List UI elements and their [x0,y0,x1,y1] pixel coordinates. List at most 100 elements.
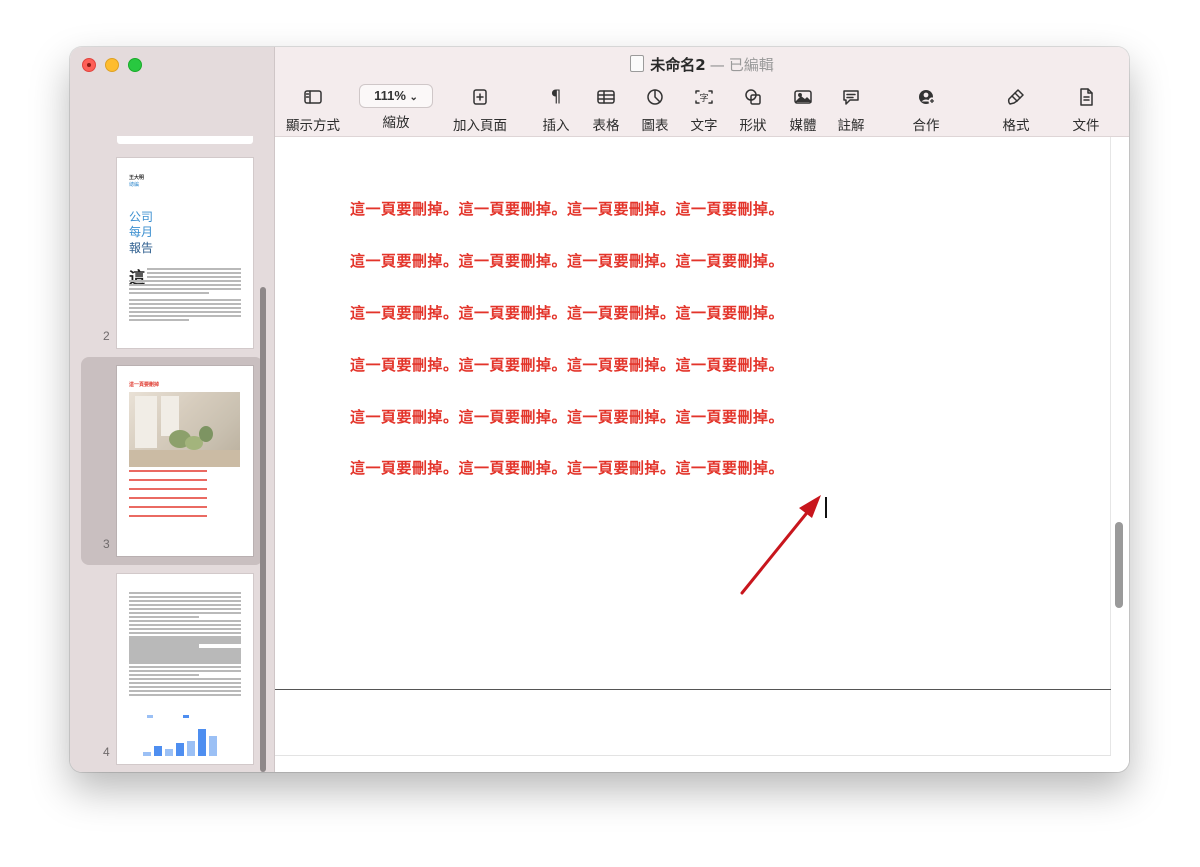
thumbnail-text-line [129,303,241,305]
thumbnail-text-line [129,678,241,680]
thumbnail-text-line [129,292,209,294]
thumbnail-text-line [129,600,241,602]
text-label: 文字 [690,118,718,134]
sidebar-view-icon [304,90,322,104]
thumbnail-chart-bar [143,752,151,756]
document-name: 未命名2 [650,56,706,74]
page-edge [1110,137,1111,755]
thumbnail-text-line [129,612,241,614]
shape-label: 形狀 [739,118,767,134]
thumbnail-text-line [129,642,241,644]
add-page-button[interactable]: 加入頁面 [447,87,513,134]
chart-label: 圖表 [641,118,669,134]
thumbnail-red-line [129,488,207,490]
thumbnail-red-line [129,515,207,517]
media-button[interactable]: 媒體 [784,87,822,134]
thumbnail-text-line [129,311,241,313]
thumbnail-text-line [129,694,241,696]
chevron-down-icon: ⌄ [409,92,418,103]
minimize-window-button[interactable] [105,58,119,72]
thumbnail-text-line [129,299,241,301]
collaborate-label: 合作 [912,118,940,134]
document-canvas[interactable]: 這一頁要刪掉。這一頁要刪掉。這一頁要刪掉。這一頁要刪掉。 這一頁要刪掉。這一頁要… [275,137,1129,772]
zoom-select[interactable]: 111% ⌄ [359,84,433,108]
thumbnail-red-line [129,497,207,499]
document-icon [630,55,645,72]
shape-button[interactable]: 形狀 [734,87,772,134]
document-button[interactable]: 文件 [1067,87,1105,134]
thumbnail-chart [139,724,233,758]
page-thumbnail-3[interactable]: 這一頁要刪掉 [117,366,253,556]
page-number-2: 2 [103,329,110,343]
page-number-3: 3 [103,537,110,551]
thumbnail-heading: 這一頁要刪掉 [129,382,160,388]
thumbnail-text-line [129,315,241,317]
format-button[interactable]: 格式 [997,87,1035,134]
thumbnail-text-line [147,276,241,278]
thumbnail-text-line [129,604,241,606]
thumbnail-text-line [129,620,241,622]
insert-button[interactable]: ¶ 插入 [537,87,575,134]
thumbnail-text-line [129,632,241,634]
thumbnail-subtitle: 總編 [129,182,140,188]
thumbnail-chart-bar [165,749,173,756]
insert-label: 插入 [542,118,570,134]
paintbrush-icon [1007,89,1024,105]
media-icon [794,90,812,104]
page-thumbnail-sidebar: 王大明 總編 公司 每月 報告 這 2 這一頁要刪掉 3 4 [70,47,275,772]
thumbnail-text-line [129,284,241,286]
thumbnail-text-line [129,658,241,660]
document-setup-icon [1080,88,1093,106]
add-page-icon [473,89,487,105]
page-thumbnail-1-partial[interactable] [117,136,253,144]
collaborate-icon [919,90,936,105]
format-label: 格式 [1002,118,1030,134]
chart-button[interactable]: 圖表 [636,87,674,134]
thumbnail-text-line [129,662,241,664]
thumbnail-chart-bar [154,746,162,756]
title-separator: — [709,56,725,74]
thumbnail-text-line [129,592,241,594]
thumbnail-title-line-1: 公司 [129,210,154,224]
toolbar: 未命名2— 已編輯 顯示方式 111% ⌄ 縮放 加入頁面 ¶ 插入 表格 圖表 … [275,47,1129,137]
thumbnail-author: 王大明 [129,175,145,181]
zoom-window-button[interactable] [128,58,142,72]
thumbnail-text-line [129,666,241,668]
thumbnail-chart-bar [176,743,184,756]
thumbnail-text-line [129,624,241,626]
text-box-button[interactable]: 字 文字 [685,87,723,134]
thumbnail-red-line [129,479,207,481]
thumbnail-chart-bar [209,736,217,756]
thumbnail-text-line [129,674,199,676]
add-page-label: 加入頁面 [453,118,507,134]
thumbnail-title-line-3: 報告 [129,241,154,255]
table-button[interactable]: 表格 [587,87,625,134]
close-window-button[interactable] [82,58,96,72]
table-icon [597,90,615,104]
page-thumbnail-2[interactable]: 王大明 總編 公司 每月 報告 這 [117,158,253,348]
collaborate-button[interactable]: 合作 [907,87,945,134]
thumbnail-photo [129,392,240,467]
text-box-icon: 字 [695,90,713,104]
thumbnail-chart-bar [187,741,195,756]
thumbnail-text-line [129,596,241,598]
thumbnail-text-line [129,654,241,656]
thumbnail-text-line [129,628,241,630]
document-status: 已編輯 [728,56,774,74]
thumbnail-text-line [129,608,241,610]
chart-icon [647,89,663,105]
document-label: 文件 [1072,118,1100,134]
view-label: 顯示方式 [286,118,340,134]
view-button[interactable]: 顯示方式 [281,87,345,134]
table-label: 表格 [592,118,620,134]
thumbnail-text-line [129,682,241,684]
thumbnail-text-line [129,690,241,692]
page-thumbnail-4[interactable] [117,574,253,764]
pages-window: 王大明 總編 公司 每月 報告 這 2 這一頁要刪掉 3 4 未命名2 — 已編… [70,47,1129,772]
thumbnail-text-line [129,307,241,309]
comment-button[interactable]: 註解 [832,87,870,134]
sidebar-scrollbar[interactable] [260,287,266,772]
document-scrollbar[interactable] [1115,522,1123,608]
thumbnail-text-line [129,288,241,290]
zoom-value: 111% [374,88,406,103]
